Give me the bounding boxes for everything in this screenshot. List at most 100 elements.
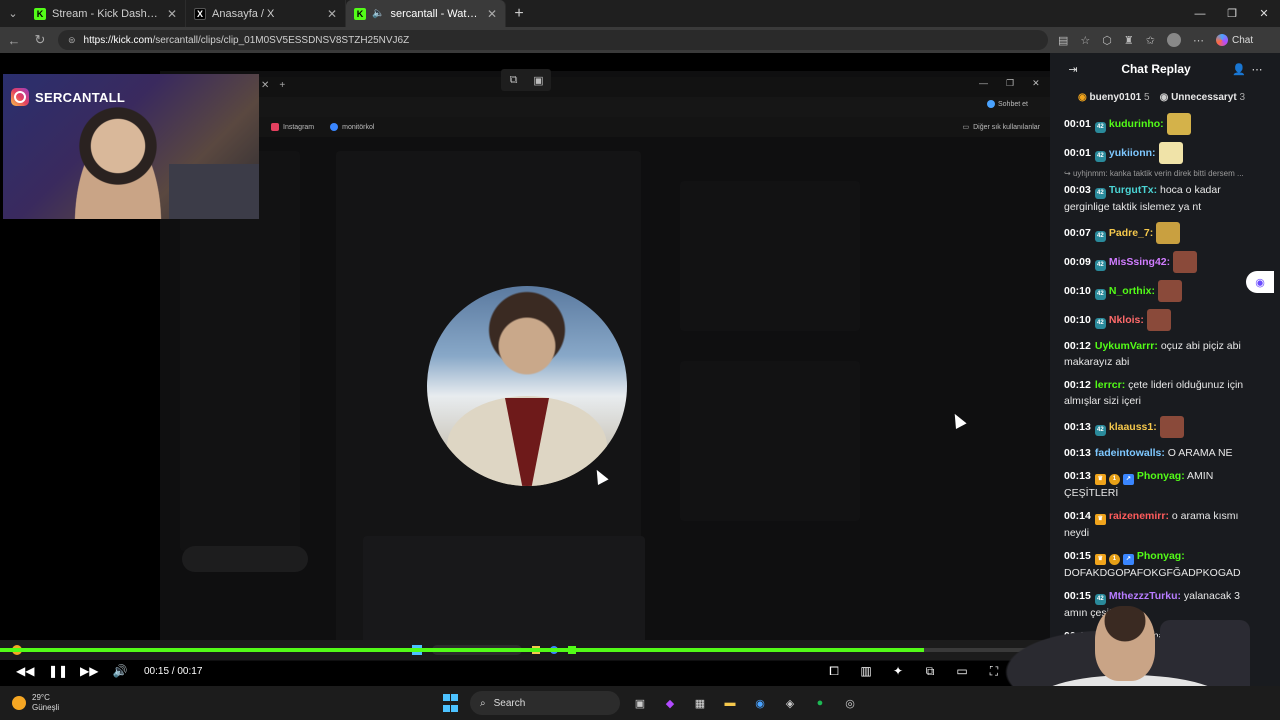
sub-badge-icon: 42: [1094, 230, 1106, 242]
taskbar-search[interactable]: ⌕ Search: [470, 691, 620, 715]
streamed-bookmarks-bar: Instagram monitörkol ▭ Diğer sık kullanıl…: [259, 117, 1050, 137]
chat-username[interactable]: lerrcr:: [1095, 379, 1125, 391]
chat-username[interactable]: Nklois:: [1109, 314, 1144, 326]
favorites-icon[interactable]: ✩: [1146, 34, 1155, 47]
maximize-icon[interactable]: ❐: [1216, 0, 1248, 27]
sparkle-icon[interactable]: ✦: [890, 664, 906, 679]
more-icon[interactable]: ⋯: [1193, 34, 1204, 47]
message-timestamp: 00:12: [1064, 379, 1091, 391]
video-overlay-buttons: ⧉ ▣: [501, 69, 551, 91]
seek-bar[interactable]: [0, 648, 1050, 652]
extension-icon[interactable]: ♜: [1124, 34, 1134, 47]
address-field[interactable]: ⊜ https://kick.com/sercantall/clips/clip…: [58, 30, 1048, 50]
copilot-button[interactable]: Chat: [1215, 34, 1253, 46]
check-icon: [330, 123, 339, 131]
windows-start-icon[interactable]: [440, 693, 460, 713]
chat-username[interactable]: kudurinho:: [1109, 118, 1164, 130]
chat-username[interactable]: MisSsing42:: [1109, 256, 1170, 268]
reply-context: ↪ uyhjnmm: kanka taktik verin direk bitt…: [1064, 169, 1244, 178]
obs-icon[interactable]: ◎: [840, 693, 860, 713]
file-explorer-icon[interactable]: ▬: [720, 693, 740, 713]
weather-widget[interactable]: 29°C Güneşli: [0, 693, 59, 713]
chat-username[interactable]: raizenemirr:: [1109, 510, 1169, 522]
message-timestamp: 00:01: [1064, 117, 1091, 130]
gifter-item[interactable]: ◉ Unnecessaryt 3: [1160, 92, 1245, 103]
webcam-label: SERCANTALL: [11, 88, 125, 106]
toolbar-icons: ▤ ☆ ⬡ ♜ ✩ ⋯ Chat: [1058, 33, 1253, 47]
theater-icon[interactable]: ▣: [526, 69, 551, 91]
chat-username[interactable]: Phonyag:: [1137, 550, 1185, 562]
chat-username[interactable]: yukiionn:: [1109, 147, 1156, 159]
ghost-trends: [680, 361, 860, 521]
speaker-icon[interactable]: 🔈: [372, 8, 384, 19]
video-player[interactable]: Instagram monitörkol ▭ Diğer sık kullanıl…: [0, 53, 1050, 686]
store-icon[interactable]: ▦: [690, 693, 710, 713]
close-icon[interactable]: ✕: [487, 7, 497, 21]
chat-username[interactable]: klaauss1:: [1109, 421, 1157, 433]
emote-icon: [1173, 251, 1198, 273]
back-icon[interactable]: ←: [6, 33, 22, 48]
gifter-item[interactable]: ◉ bueny0101 5: [1078, 92, 1150, 103]
tab-actions-menu-icon[interactable]: ⌄: [0, 0, 26, 27]
cam-username: SERCANTALL: [35, 89, 126, 105]
task-view-icon[interactable]: ▣: [630, 693, 650, 713]
message-timestamp: 00:13: [1064, 420, 1091, 433]
chat-username[interactable]: UykumVarrr:: [1095, 340, 1158, 352]
chat-username[interactable]: N_orthix:: [1109, 285, 1155, 297]
steam-icon[interactable]: ◈: [780, 693, 800, 713]
clip-icon[interactable]: ⧠: [826, 664, 842, 679]
minimize-icon[interactable]: —: [1184, 0, 1216, 27]
message-timestamp: 00:15: [1064, 550, 1091, 562]
users-icon[interactable]: 👤: [1230, 63, 1248, 76]
bookmark-other: ▭ Diğer sık kullanılanlar: [962, 123, 1040, 132]
volume-icon[interactable]: 🔊: [112, 664, 128, 678]
crown-badge-icon: ♛: [1094, 514, 1106, 525]
chat-message: 00:10 42 N_orthix:: [1064, 280, 1266, 302]
tab-kick-clip[interactable]: K 🔈 sercantall - Watch clips on Kick ✕: [346, 0, 506, 27]
gift-icon: ◉: [1159, 91, 1172, 103]
emote-icon: [1158, 142, 1183, 164]
x-icon: X: [194, 7, 206, 20]
subtitles-icon[interactable]: ▥: [858, 664, 874, 679]
pip-icon[interactable]: ⧉: [922, 664, 938, 679]
forward-icon[interactable]: ▶▶: [80, 664, 98, 678]
theater-mode-icon[interactable]: ▭: [954, 664, 970, 679]
chat-title: Chat Replay: [1121, 62, 1191, 76]
close-icon[interactable]: ✕: [327, 7, 337, 21]
rewind-icon[interactable]: ◀◀: [16, 664, 34, 678]
chat-message: 00:12 lerrcr: çete lideri olduğunuz için …: [1064, 377, 1266, 409]
emote-icon: [1157, 280, 1182, 302]
chat-username[interactable]: Phonyag:: [1137, 470, 1185, 482]
pip-icon[interactable]: ⧉: [501, 69, 526, 91]
message-timestamp: 00:12: [1064, 340, 1091, 352]
reload-icon[interactable]: ↻: [32, 32, 48, 48]
copilot-icon: [987, 100, 995, 108]
temperature: 29°C: [32, 693, 50, 702]
close-icon[interactable]: ✕: [167, 7, 177, 21]
chat-username[interactable]: Padre_7:: [1109, 227, 1153, 239]
chat-username[interactable]: TurgutTx:: [1109, 184, 1157, 196]
message-timestamp: 00:10: [1064, 313, 1091, 326]
chat-message: 00:07 42 Padre_7:: [1064, 222, 1266, 244]
pause-icon[interactable]: ❚❚: [48, 664, 68, 678]
message-timestamp: 00:10: [1064, 284, 1091, 297]
favorite-star-icon[interactable]: ☆: [1080, 34, 1090, 47]
profile-avatar[interactable]: [1166, 33, 1181, 47]
edge-icon[interactable]: ◉: [750, 693, 770, 713]
more-icon[interactable]: ⋯: [1248, 63, 1266, 76]
extensions-icon[interactable]: ⬡: [1102, 34, 1112, 47]
tab-x-home[interactable]: X Anasayfa / X ✕: [186, 0, 346, 27]
copilot-icon[interactable]: ◆: [660, 693, 680, 713]
close-window-icon[interactable]: ✕: [1248, 0, 1280, 27]
collapse-chat-icon[interactable]: ⇥: [1064, 63, 1082, 76]
spotify-icon[interactable]: ●: [810, 693, 830, 713]
site-info-icon[interactable]: ⊜: [68, 35, 76, 46]
chat-username[interactable]: fadeintowalls:: [1095, 447, 1165, 459]
chat-assistant-icon[interactable]: ◉: [1246, 271, 1274, 293]
new-tab-button[interactable]: +: [506, 0, 532, 27]
emote-icon: [1156, 222, 1181, 244]
tab-kick-dashboard[interactable]: K Stream - Kick Dashboard ✕: [26, 0, 186, 27]
emote-icon: [1159, 416, 1184, 438]
reader-icon[interactable]: ▤: [1058, 34, 1068, 47]
message-timestamp: 00:07: [1064, 226, 1091, 239]
